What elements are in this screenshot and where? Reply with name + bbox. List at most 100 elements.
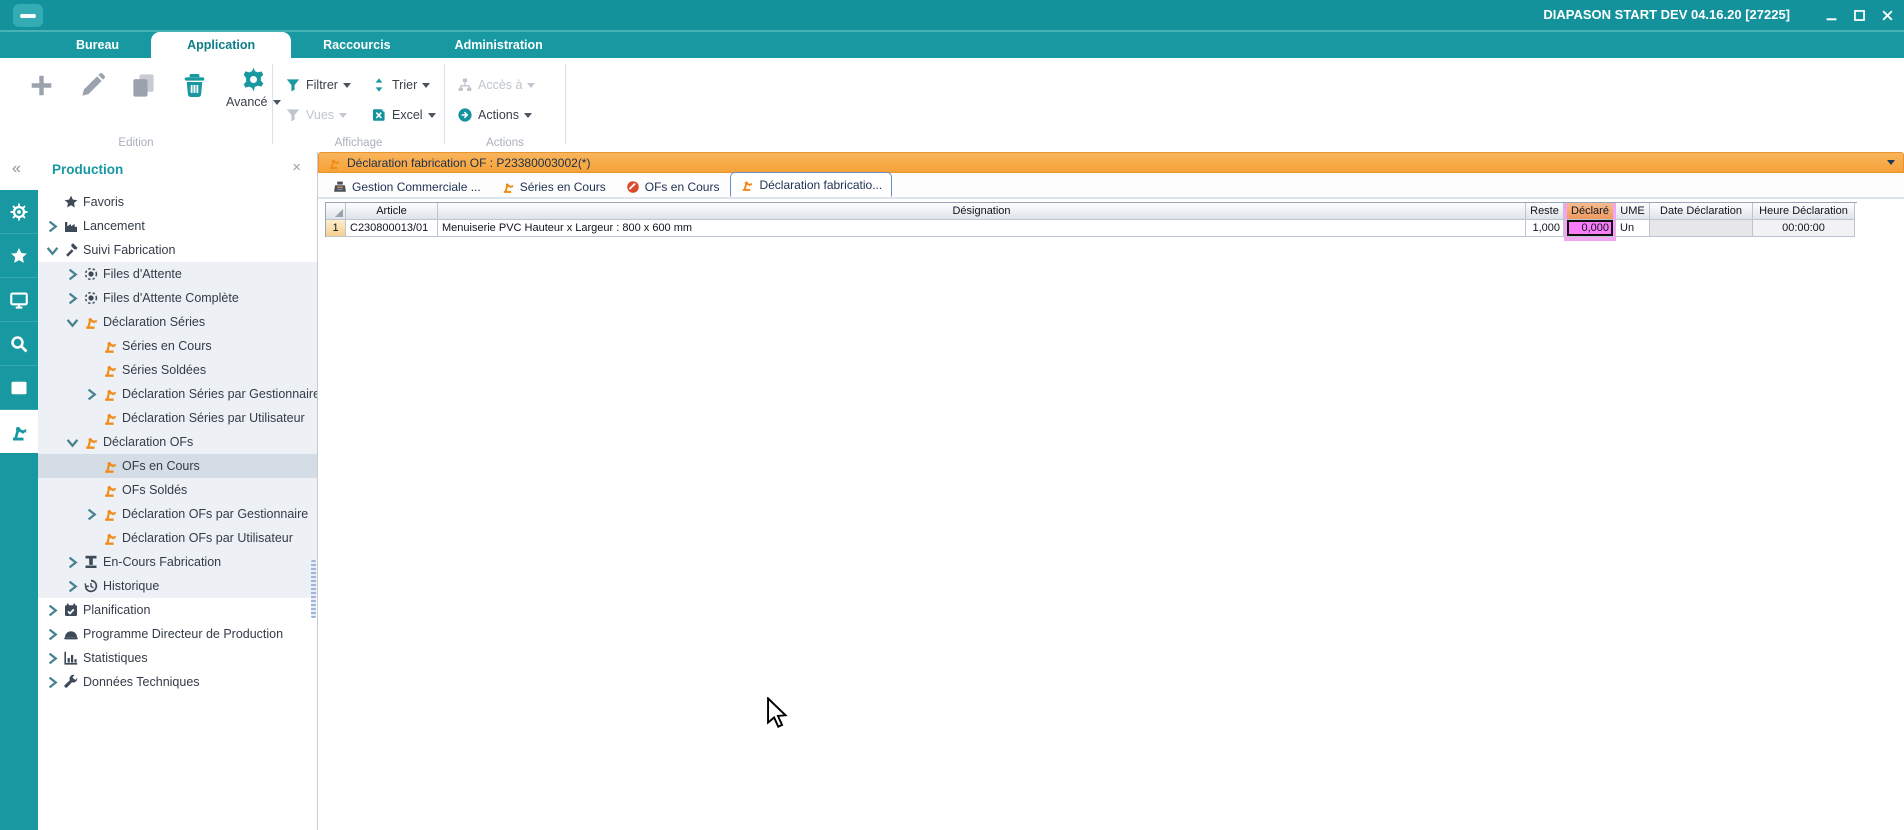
strip-helm-icon[interactable] [0, 190, 38, 234]
column-header-reste[interactable]: Reste [1526, 203, 1564, 220]
title-bar: DIAPASON START DEV 04.16.20 [27225] [0, 0, 1904, 32]
sidebar-close-button[interactable]: × [292, 160, 301, 175]
tree-item-declaration-ofs[interactable]: Déclaration OFs [38, 430, 317, 454]
tree-item-programme-directeur[interactable]: Programme Directeur de Production [38, 622, 317, 646]
tree-scrollbar-thumb[interactable] [311, 560, 316, 618]
strip-robot-arm-icon[interactable] [0, 410, 38, 453]
declare-column-highlight [1564, 237, 1616, 241]
cell-declare: 0,000 [1564, 220, 1616, 237]
mouse-cursor [766, 697, 788, 730]
sidebar-collapse-button[interactable]: « [12, 161, 21, 177]
views-button[interactable]: Vues [285, 100, 371, 130]
chevron-right-icon[interactable] [66, 268, 79, 281]
delete-button[interactable] [181, 72, 208, 99]
robot-arm-icon [102, 506, 118, 522]
tree-item-ofs-soldes[interactable]: OFs Soldés [38, 478, 317, 502]
tree-item-series-en-cours[interactable]: Séries en Cours [38, 334, 317, 358]
chevron-right-icon[interactable] [46, 676, 59, 689]
tree-item-files-attente[interactable]: Files d'Attente [38, 262, 317, 286]
tree-item-series-soldees[interactable]: Séries Soldées [38, 358, 317, 382]
menu-tab-administration[interactable]: Administration [423, 32, 575, 58]
chevron-right-icon[interactable] [85, 508, 98, 521]
chevron-down-icon [524, 113, 532, 122]
queue-gear-icon [83, 266, 99, 282]
tree-item-favoris[interactable]: Favoris [38, 190, 317, 214]
column-header-declare[interactable]: Déclaré [1564, 203, 1616, 220]
chevron-right-icon[interactable] [66, 556, 79, 569]
tree-item-historique[interactable]: Historique [38, 574, 317, 598]
sort-button[interactable]: Trier [371, 70, 447, 100]
chevron-down-icon[interactable] [66, 436, 79, 449]
chevron-right-icon[interactable] [46, 220, 59, 233]
tab-declaration-fabrication[interactable]: Déclaration fabricatio... [730, 172, 892, 197]
tree-item-statistiques[interactable]: Statistiques [38, 646, 317, 670]
column-header-article[interactable]: Article [346, 203, 438, 220]
application-window: DIAPASON START DEV 04.16.20 [27225] Bure… [0, 0, 1904, 830]
document-bar-menu-chevron[interactable] [1887, 160, 1895, 169]
menu-tab-raccourcis[interactable]: Raccourcis [291, 32, 422, 58]
row-number-cell[interactable]: 1 [326, 220, 346, 237]
chevron-down-icon[interactable] [66, 316, 79, 329]
advanced-label: Avancé [226, 95, 267, 109]
app-logo-icon [13, 4, 43, 27]
chevron-down-icon [527, 83, 535, 92]
chevron-right-icon[interactable] [66, 580, 79, 593]
tree-item-declaration-series-gestionnaire[interactable]: Déclaration Séries par Gestionnaire [38, 382, 317, 406]
chevron-right-icon[interactable] [85, 388, 98, 401]
access-button[interactable]: Accès à [457, 70, 557, 100]
actions-button[interactable]: Actions [457, 100, 557, 130]
robot-arm-icon [501, 180, 515, 194]
grid-row-1[interactable]: 1 C230800013/01 Menuiserie PVC Hauteur x… [326, 220, 1857, 237]
minimize-button[interactable] [1824, 8, 1838, 22]
edit-button[interactable] [79, 72, 106, 99]
tree-item-planification[interactable]: Planification [38, 598, 317, 622]
tree-item-declaration-ofs-gestionnaire[interactable]: Déclaration OFs par Gestionnaire [38, 502, 317, 526]
close-button[interactable] [1880, 8, 1894, 22]
ribbon-group-edition: Avancé Edition [0, 58, 272, 152]
register-icon [333, 180, 347, 194]
robot-arm-icon [102, 482, 118, 498]
chevron-down-icon[interactable] [46, 244, 59, 257]
add-button[interactable] [28, 72, 55, 99]
column-header-designation[interactable]: Désignation [438, 203, 1526, 220]
tab-series-en-cours[interactable]: Séries en Cours [492, 176, 615, 197]
ribbon-divider [565, 64, 566, 144]
tree-item-en-cours-fabrication[interactable]: En-Cours Fabrication [38, 550, 317, 574]
filter-button[interactable]: Filtrer [285, 70, 371, 100]
strip-star-icon[interactable] [0, 234, 38, 278]
declaration-grid: Article Désignation Reste Déclaré UME Da… [325, 202, 1857, 237]
chevron-right-icon[interactable] [46, 604, 59, 617]
hammer-icon [63, 242, 79, 258]
copy-button[interactable] [130, 72, 157, 99]
tab-ofs-en-cours[interactable]: OFs en Cours [617, 176, 729, 197]
tree-item-suivi-fabrication[interactable]: Suivi Fabrication [38, 238, 317, 262]
menu-tab-bureau[interactable]: Bureau [44, 32, 151, 58]
circle-arrow-icon [457, 107, 473, 123]
column-header-date-declaration[interactable]: Date Déclaration [1650, 203, 1753, 220]
maximize-button[interactable] [1852, 8, 1866, 22]
tree-item-donnees-techniques[interactable]: Données Techniques [38, 670, 317, 694]
strip-search-icon[interactable] [0, 322, 38, 366]
column-header-heure-declaration[interactable]: Heure Déclaration [1753, 203, 1855, 220]
tab-gestion-commerciale[interactable]: Gestion Commerciale ... [324, 176, 490, 197]
tree-item-ofs-en-cours[interactable]: OFs en Cours [38, 454, 317, 478]
excel-button[interactable]: Excel [371, 100, 447, 130]
strip-columns-icon[interactable] [0, 366, 38, 410]
column-header-ume[interactable]: UME [1616, 203, 1650, 220]
chevron-right-icon[interactable] [46, 652, 59, 665]
declare-edit-cell[interactable]: 0,000 [1567, 220, 1613, 236]
robot-arm-icon [327, 156, 341, 170]
tree-item-lancement[interactable]: Lancement [38, 214, 317, 238]
menu-tab-application[interactable]: Application [151, 32, 291, 58]
select-all-header[interactable] [326, 203, 346, 220]
chevron-right-icon[interactable] [66, 292, 79, 305]
window-title: DIAPASON START DEV 04.16.20 [27225] [1543, 0, 1790, 30]
ribbon-group-affichage: Filtrer Trier Vues Excel Affichage [273, 58, 444, 152]
press-icon [83, 554, 99, 570]
tree-item-declaration-series[interactable]: Déclaration Séries [38, 310, 317, 334]
tree-item-files-attente-complete[interactable]: Files d'Attente Complète [38, 286, 317, 310]
strip-monitor-icon[interactable] [0, 278, 38, 322]
tree-item-declaration-ofs-utilisateur[interactable]: Déclaration OFs par Utilisateur [38, 526, 317, 550]
chevron-right-icon[interactable] [46, 628, 59, 641]
tree-item-declaration-series-utilisateur[interactable]: Déclaration Séries par Utilisateur [38, 406, 317, 430]
